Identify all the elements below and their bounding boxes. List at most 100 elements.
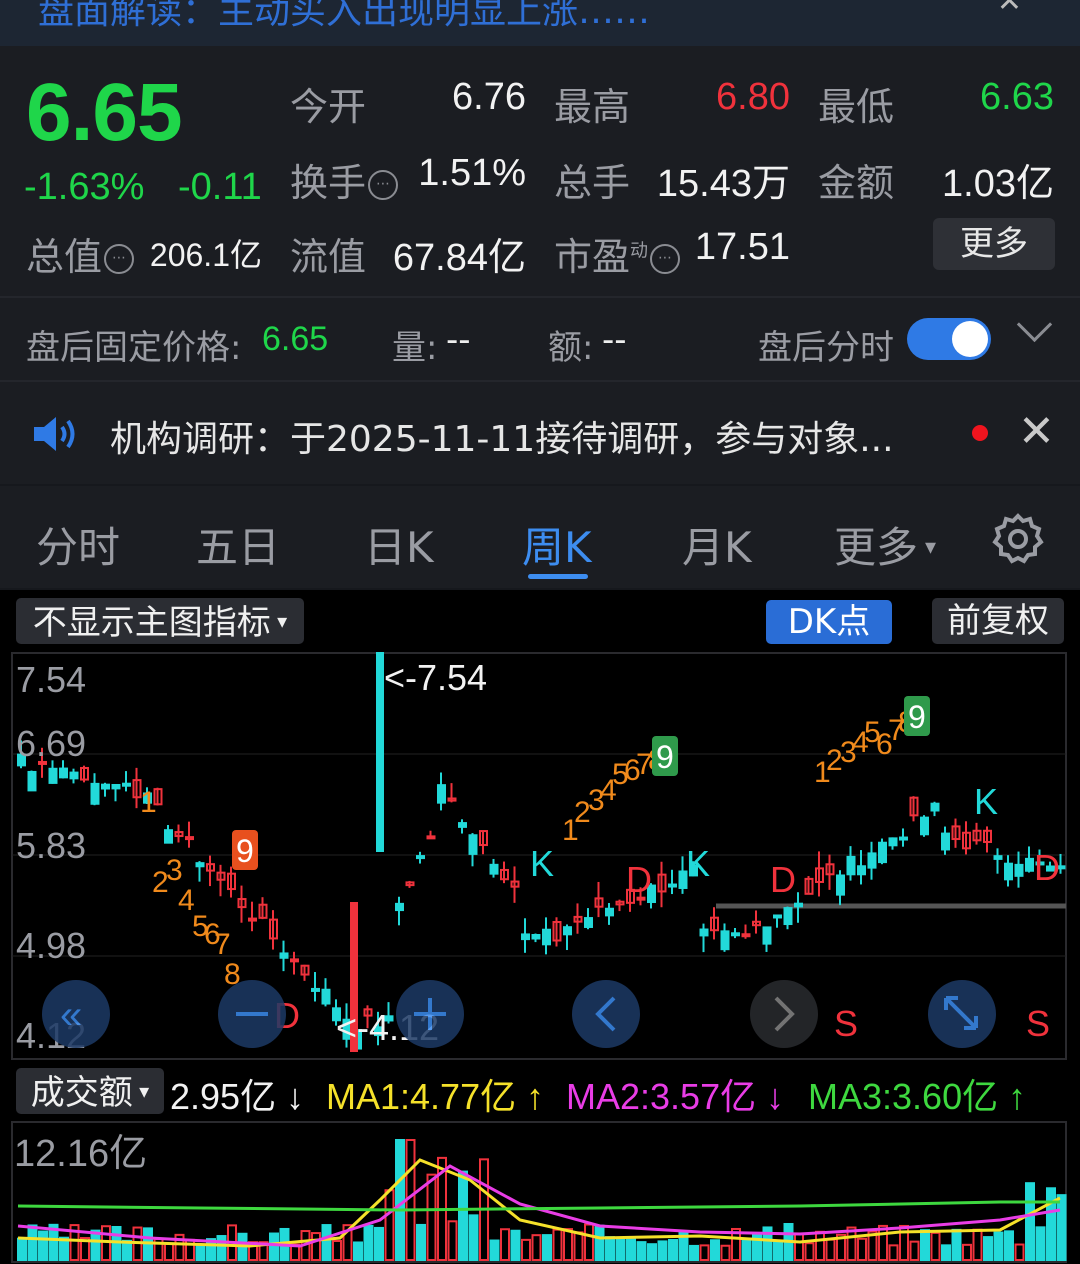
- volume-bar: [353, 1241, 363, 1261]
- candle-body: [395, 902, 404, 912]
- pe-label[interactable]: 市盈动 ⋯: [554, 226, 681, 281]
- turnover-value: 1.51%: [418, 152, 526, 194]
- volume-ma2: MA2:3.57亿 ↓: [566, 1076, 785, 1117]
- volume-bar: [636, 1241, 647, 1261]
- volume-bar: [962, 1243, 972, 1262]
- after-price-label: 盘后固定价格:: [26, 328, 242, 368]
- volume-bar: [101, 1225, 111, 1261]
- candle-body: [930, 802, 940, 812]
- volume-bar: [657, 1240, 668, 1262]
- volume-bar: [773, 1241, 783, 1262]
- more-quote-button[interactable]: 更多: [933, 218, 1055, 270]
- dk-mark: D: [770, 859, 796, 900]
- change-amount: -0.11: [178, 166, 262, 208]
- tab-daily-k[interactable]: 日K: [364, 514, 434, 575]
- adjust-button[interactable]: 前复权: [932, 598, 1064, 644]
- volume-bar: [332, 1239, 342, 1261]
- volume-bar: [90, 1229, 101, 1262]
- candle-body: [531, 933, 541, 940]
- volume-bar: [972, 1228, 983, 1261]
- kline-chart-area[interactable]: 不显示主图指标 ▾ DK点 前复权 1234567812345678123456…: [0, 590, 1080, 1264]
- volume-bar: [311, 1232, 321, 1262]
- candle-body: [762, 926, 772, 945]
- axis-label-2: 6.69: [16, 723, 86, 764]
- info-icon[interactable]: ⋯: [368, 170, 399, 200]
- volume-value: 15.43万: [656, 163, 790, 205]
- low-value: 6.63: [980, 76, 1054, 118]
- tab-more[interactable]: 更多 ▾: [834, 514, 936, 575]
- candle-body: [122, 782, 131, 787]
- candle-body: [111, 783, 121, 790]
- candle-body: [941, 832, 950, 851]
- candle-body: [48, 767, 58, 784]
- candle-body: [458, 822, 467, 828]
- market-cap-label[interactable]: 总值 ⋯: [26, 226, 135, 281]
- volume-bar: [647, 1243, 657, 1262]
- volume-bar: [321, 1224, 332, 1261]
- candle-body: [27, 770, 37, 792]
- dk-mark: 9: [656, 739, 674, 775]
- dk-mark: 7: [214, 928, 231, 961]
- active-tab-indicator: [528, 574, 588, 579]
- volume-bar: [542, 1234, 552, 1261]
- volume-bar: [794, 1232, 804, 1261]
- close-news-icon[interactable]: ✕: [1018, 406, 1055, 457]
- volume-bar: [395, 1139, 405, 1261]
- candle-body: [857, 865, 866, 876]
- gear-icon[interactable]: [992, 512, 1044, 564]
- candle-body: [878, 841, 887, 864]
- volume-chart[interactable]: 12.16亿: [0, 1120, 1080, 1264]
- volume-bar: [111, 1225, 122, 1262]
- high-value: 6.80: [716, 76, 790, 118]
- chevron-down-icon[interactable]: [1016, 306, 1053, 343]
- axis-label-max: 7.54: [16, 659, 86, 700]
- dk-mark: S: [834, 1003, 858, 1044]
- dk-mark: D: [626, 859, 652, 900]
- tab-monthly-k[interactable]: 月K: [682, 514, 752, 575]
- dk-mark: K: [530, 843, 554, 884]
- axis-label-4: 4.98: [16, 925, 86, 966]
- scroll-right-button[interactable]: [750, 980, 818, 1048]
- open-label: 今开: [290, 85, 367, 129]
- dk-mark: 9: [236, 833, 254, 869]
- info-icon[interactable]: ⋯: [650, 244, 681, 274]
- info-icon[interactable]: ⋯: [104, 244, 135, 274]
- top-banner[interactable]: 盘面解读：主动买入出现明显上涨…… ✕: [0, 0, 1080, 46]
- turnover-label[interactable]: 换手 ⋯: [290, 152, 399, 207]
- after-amt-value: --: [602, 320, 627, 360]
- volume-bar: [1025, 1182, 1035, 1261]
- volume-bar: [269, 1232, 279, 1261]
- candle-body: [437, 784, 446, 804]
- volume-bar: [531, 1234, 542, 1262]
- tab-weekly-k[interactable]: 周K: [522, 514, 592, 575]
- scroll-left-button[interactable]: [572, 980, 640, 1048]
- dk-mark: K: [974, 781, 998, 822]
- news-ticker[interactable]: 机构调研：于2025-11-11接待调研，参与对象... ✕: [0, 382, 1080, 484]
- volume-bar: [752, 1232, 762, 1262]
- volume-bar: [27, 1224, 38, 1261]
- volume-bar: [458, 1170, 468, 1262]
- tab-intraday[interactable]: 分时: [36, 514, 120, 575]
- volume-bar: [573, 1231, 584, 1262]
- volume-current: 2.95亿 ↓: [170, 1076, 305, 1117]
- indicator-selector[interactable]: 不显示主图指标 ▾: [16, 598, 304, 644]
- volume-bar: [164, 1242, 174, 1261]
- change-percent: -1.63%: [24, 166, 145, 208]
- news-text[interactable]: 机构调研：于2025-11-11接待调研，参与对象...: [110, 410, 894, 462]
- quote-panel: 6.65 -1.63% -0.11 今开 6.76 最高 6.80 最低 6.6…: [0, 46, 1080, 296]
- after-amt-label: 额:: [548, 328, 594, 368]
- unread-dot: [972, 425, 988, 441]
- candle-body: [668, 883, 677, 888]
- volume-indicator-selector[interactable]: 成交额 ▾: [16, 1068, 164, 1114]
- tab-five-day[interactable]: 五日: [196, 514, 280, 575]
- after-price-value: 6.65: [262, 320, 329, 358]
- candle-body: [290, 958, 299, 963]
- close-icon[interactable]: ✕: [997, 0, 1022, 19]
- volume-bar: [1056, 1194, 1067, 1261]
- dk-point-button[interactable]: DK点: [766, 600, 892, 644]
- candle-body: [521, 933, 530, 941]
- after-hours-toggle[interactable]: [907, 318, 991, 360]
- low-label: 最低: [818, 85, 895, 129]
- open-value: 6.76: [452, 76, 526, 118]
- candlestick-chart[interactable]: 123456781234567812345678999KKKDDDDSS 7.5…: [0, 652, 1080, 1060]
